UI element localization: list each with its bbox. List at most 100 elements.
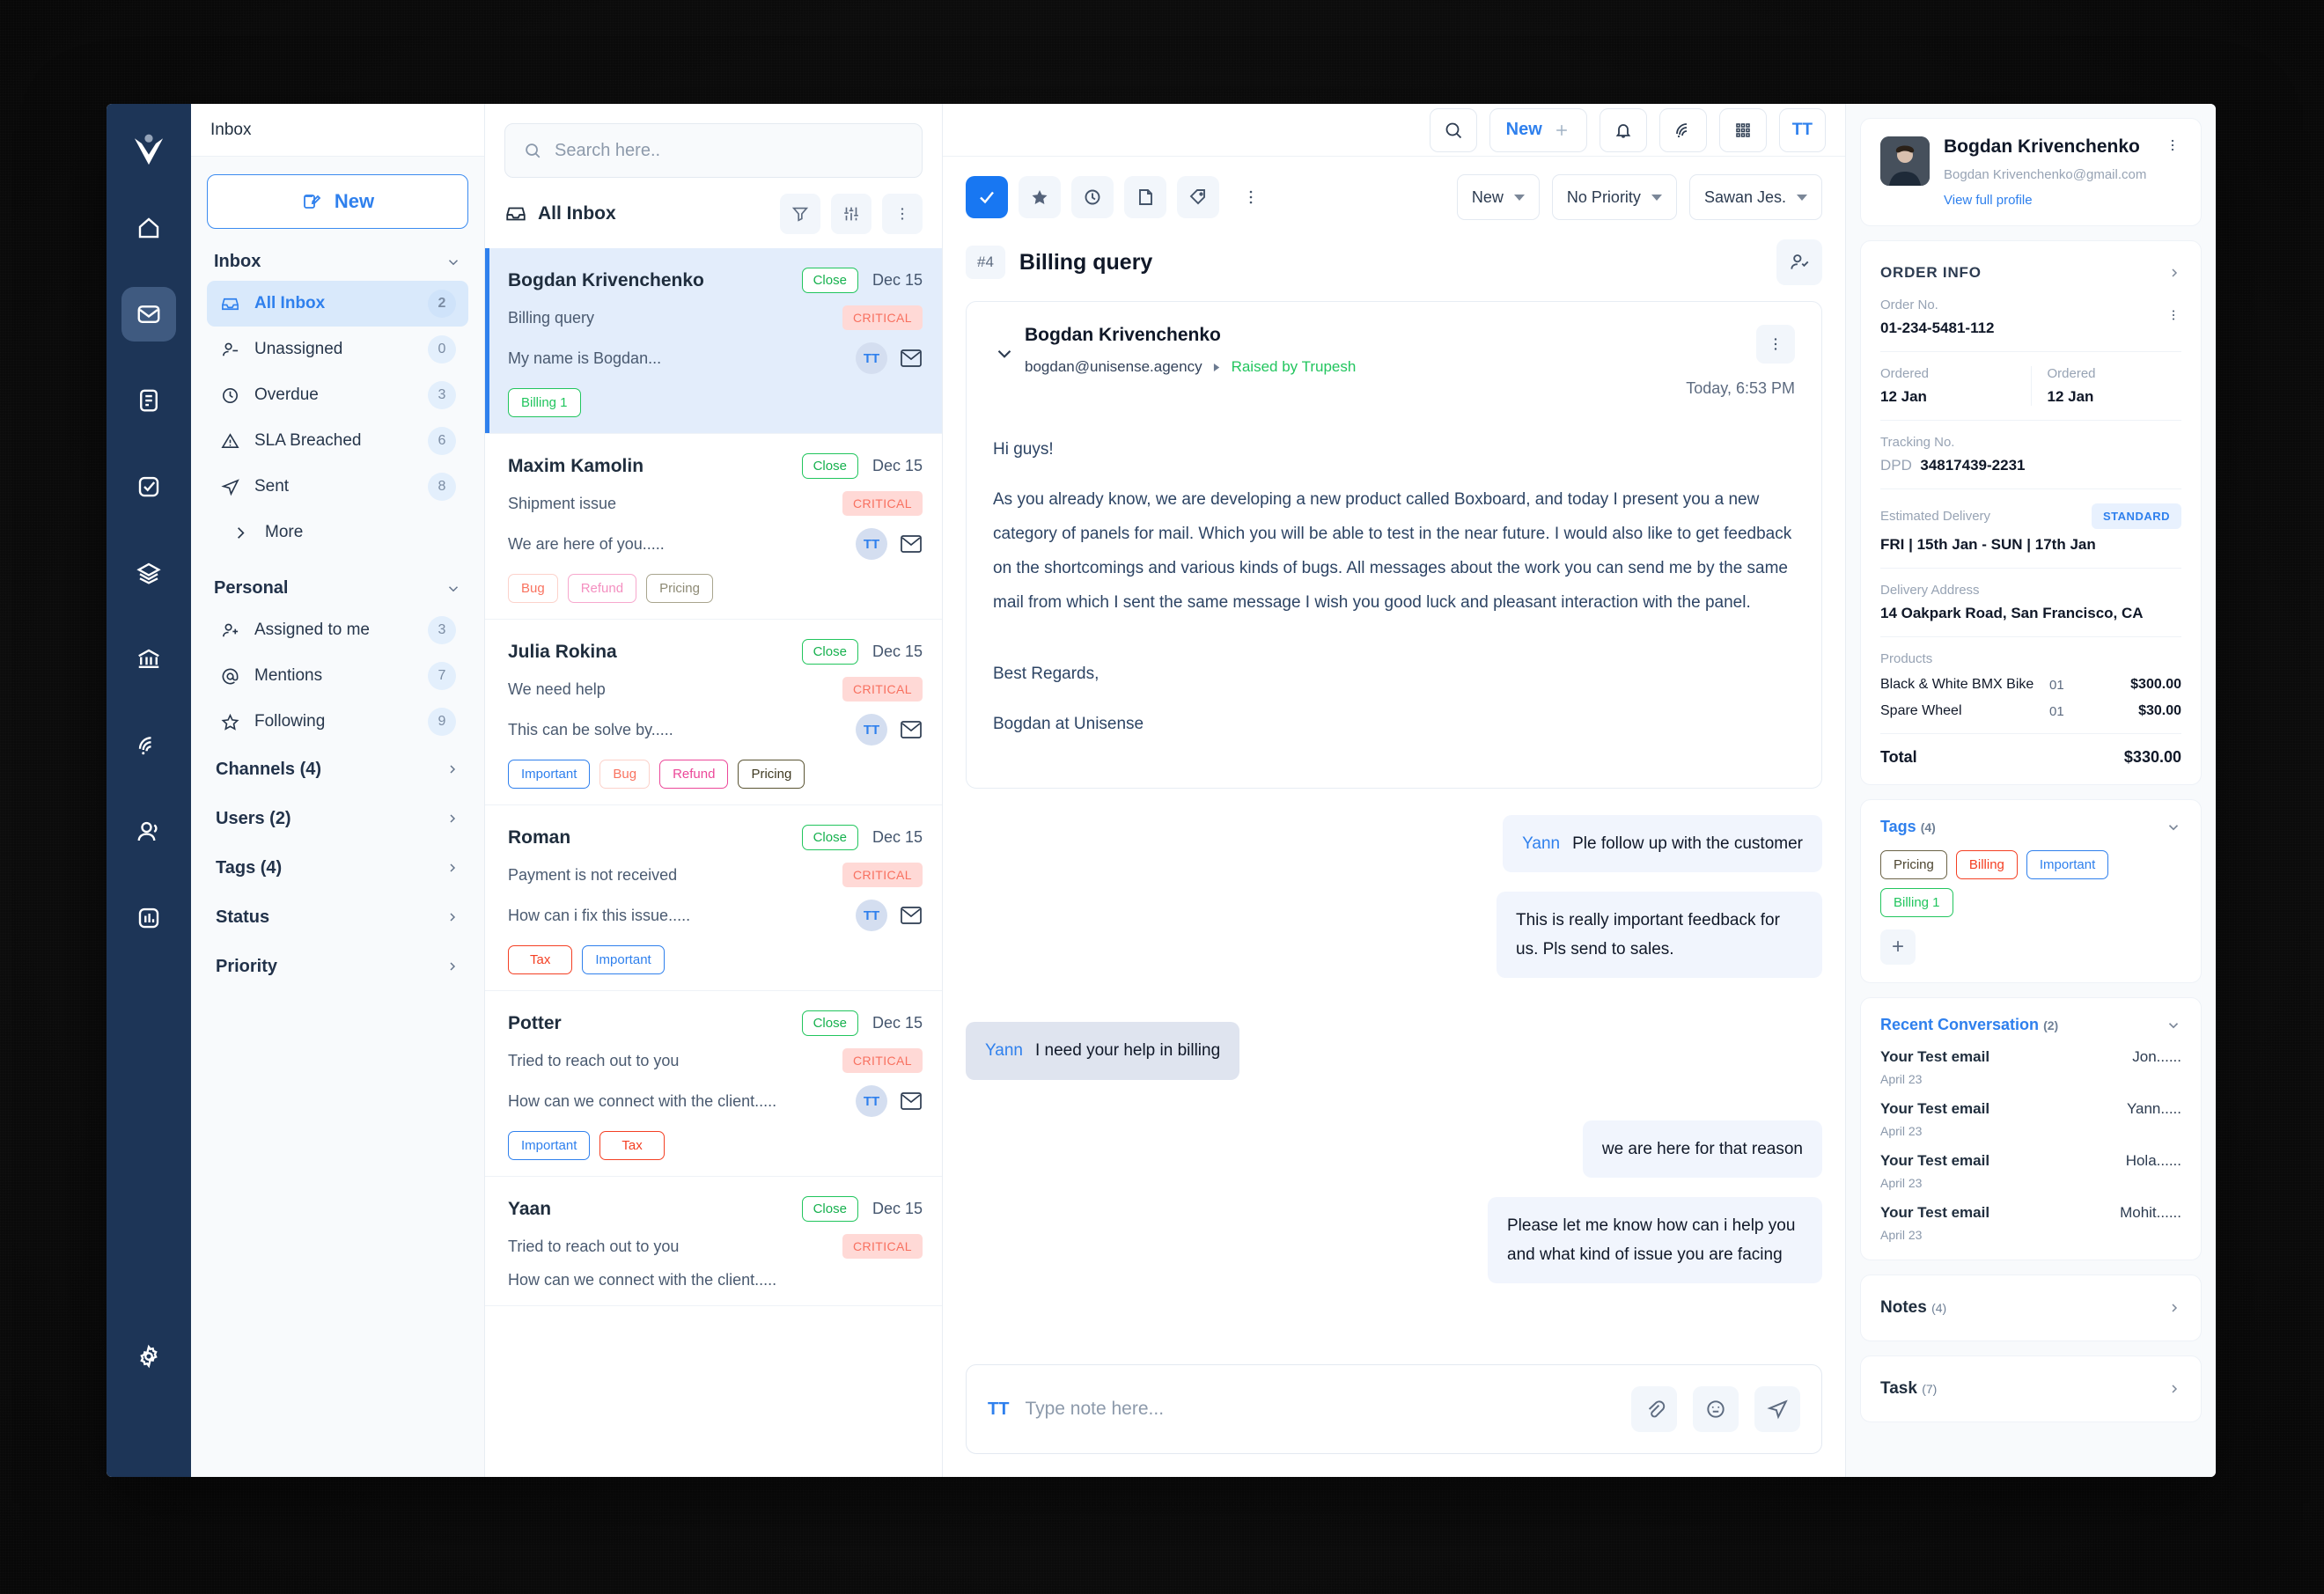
- rail-item-home[interactable]: [121, 201, 176, 255]
- sidebar-group-priority[interactable]: Priority: [207, 942, 468, 991]
- tag-chip[interactable]: Tax: [508, 945, 573, 974]
- tag-chip[interactable]: Bug: [508, 574, 558, 603]
- status-badge[interactable]: Close: [801, 453, 858, 479]
- sidebar-item-mentions[interactable]: Mentions 7: [207, 653, 468, 699]
- tag-chip[interactable]: Important: [508, 760, 591, 789]
- conversation-preview: My name is Bogdan...: [508, 349, 662, 367]
- new-conversation-button[interactable]: New: [207, 174, 468, 229]
- sidebar-item-sla-breached[interactable]: SLA Breached 6: [207, 418, 468, 464]
- tag-button[interactable]: [1177, 176, 1219, 218]
- order-more-button[interactable]: [2166, 307, 2181, 327]
- sidebar-item-all-inbox[interactable]: All Inbox 2: [207, 281, 468, 327]
- tag-chip[interactable]: Pricing: [738, 760, 805, 789]
- rail-item-contacts[interactable]: [121, 804, 176, 859]
- rail-item-broadcast[interactable]: [121, 718, 176, 773]
- archive-button[interactable]: [1124, 176, 1166, 218]
- status-badge[interactable]: Close: [801, 268, 858, 293]
- tag-chip[interactable]: Important: [582, 945, 665, 974]
- sidebar-item-assigned-to-me[interactable]: Assigned to me 3: [207, 607, 468, 653]
- tag-chip[interactable]: Tax: [599, 1131, 665, 1160]
- star-button[interactable]: [1019, 176, 1061, 218]
- rail-item-layers[interactable]: [121, 546, 176, 600]
- tag-chip[interactable]: Billing 1: [1880, 888, 1953, 917]
- brand-v-logo-icon[interactable]: [121, 123, 176, 178]
- status-badge[interactable]: Close: [801, 825, 858, 850]
- assignee-select[interactable]: Sawan Jes.: [1688, 174, 1822, 220]
- message-more-button[interactable]: [1756, 325, 1795, 364]
- tag-chip[interactable]: Bug: [599, 760, 651, 789]
- snooze-button[interactable]: [1071, 176, 1114, 218]
- tag-chip[interactable]: Billing 1: [508, 388, 581, 417]
- order-info-header[interactable]: ORDER INFO: [1880, 259, 2181, 297]
- conversation-item[interactable]: Bogdan Krivenchenko Close Dec 15 Billing…: [485, 248, 942, 434]
- view-full-profile-link[interactable]: View full profile: [1944, 193, 2181, 208]
- search-box[interactable]: [504, 123, 923, 178]
- conversation-item[interactable]: Maxim Kamolin Close Dec 15 Shipment issu…: [485, 434, 942, 620]
- search-input[interactable]: [555, 140, 904, 161]
- global-new-button[interactable]: New: [1489, 107, 1587, 152]
- note-input[interactable]: [1025, 1399, 1615, 1420]
- sidebar-group-users[interactable]: Users (2): [207, 794, 468, 843]
- thread-more-button[interactable]: [1230, 176, 1272, 218]
- attach-button[interactable]: [1631, 1386, 1677, 1432]
- sidebar-group-channels[interactable]: Channels (4): [207, 745, 468, 794]
- status-badge[interactable]: Close: [801, 1010, 858, 1036]
- sort-button[interactable]: [831, 194, 872, 234]
- sidebar-item-following[interactable]: Following 9: [207, 699, 468, 745]
- rail-item-mail[interactable]: [121, 287, 176, 342]
- emoji-button[interactable]: [1693, 1386, 1739, 1432]
- sidebar-item-sent[interactable]: Sent 8: [207, 464, 468, 510]
- contact-more-button[interactable]: [2164, 136, 2181, 158]
- sidebar-badge: 9: [428, 708, 456, 736]
- conversation-item[interactable]: Julia Rokina Close Dec 15 We need help C…: [485, 620, 942, 805]
- conversation-item[interactable]: Yaan Close Dec 15 Tried to reach out to …: [485, 1177, 942, 1306]
- sidebar-item-more[interactable]: More: [207, 510, 468, 555]
- broadcast-button[interactable]: [1658, 107, 1707, 152]
- rail-item-bank[interactable]: [121, 632, 176, 687]
- recent-conversation-item[interactable]: Your Test email April 23 Jon......: [1880, 1048, 2181, 1086]
- tag-chip[interactable]: Pricing: [1880, 850, 1947, 879]
- rail-item-tasks[interactable]: [121, 459, 176, 514]
- list-more-button[interactable]: [882, 194, 923, 234]
- personal-section-header[interactable]: Personal: [207, 555, 468, 607]
- rail-item-document[interactable]: [121, 373, 176, 428]
- sidebar-item-overdue[interactable]: Overdue 3: [207, 372, 468, 418]
- tag-chip[interactable]: Pricing: [646, 574, 713, 603]
- sidebar-group-tags[interactable]: Tags (4): [207, 843, 468, 892]
- add-tag-button[interactable]: +: [1880, 929, 1916, 965]
- task-card[interactable]: Task (7): [1860, 1355, 2202, 1422]
- send-button[interactable]: [1754, 1386, 1800, 1432]
- tag-chip[interactable]: Important: [508, 1131, 591, 1160]
- rail-item-reports[interactable]: [121, 891, 176, 945]
- tag-chip[interactable]: Refund: [567, 574, 637, 603]
- recent-conversation-item[interactable]: Your Test email April 23 Mohit......: [1880, 1204, 2181, 1242]
- global-search-button[interactable]: [1429, 107, 1477, 152]
- status-select[interactable]: New: [1456, 174, 1540, 220]
- recent-conversation-item[interactable]: Your Test email April 23 Yann.....: [1880, 1100, 2181, 1138]
- rail-item-settings[interactable]: [121, 1329, 176, 1384]
- notes-card[interactable]: Notes (4): [1860, 1274, 2202, 1341]
- recent-conversation-header[interactable]: Recent Conversation (2): [1880, 1016, 2181, 1034]
- notifications-button[interactable]: [1599, 107, 1647, 152]
- status-badge[interactable]: Close: [801, 1196, 858, 1222]
- tracking-number: 34817439-2231: [1920, 457, 2026, 474]
- priority-select[interactable]: No Priority: [1551, 174, 1677, 220]
- recent-conversation-item[interactable]: Your Test email April 23 Hola......: [1880, 1152, 2181, 1190]
- apps-grid-button[interactable]: [1718, 107, 1767, 152]
- conversation-item[interactable]: Roman Close Dec 15 Payment is not receiv…: [485, 805, 942, 991]
- conversation-item[interactable]: Potter Close Dec 15 Tried to reach out t…: [485, 991, 942, 1177]
- tags-header[interactable]: Tags (4): [1880, 818, 2181, 836]
- note-bubble: This is really important feedback for us…: [1497, 891, 1822, 979]
- user-avatar-button[interactable]: TT: [1778, 107, 1826, 152]
- sidebar-item-unassigned[interactable]: Unassigned 0: [207, 327, 468, 372]
- inbox-section-header[interactable]: Inbox: [207, 229, 468, 281]
- mark-done-button[interactable]: [966, 176, 1008, 218]
- sidebar-group-status[interactable]: Status: [207, 892, 468, 942]
- status-badge[interactable]: Close: [801, 639, 858, 665]
- tag-chip[interactable]: Important: [2026, 850, 2109, 879]
- note-composer[interactable]: TT: [966, 1364, 1822, 1454]
- filter-button[interactable]: [780, 194, 820, 234]
- assign-user-button[interactable]: [1776, 239, 1822, 285]
- tag-chip[interactable]: Refund: [659, 760, 729, 789]
- tag-chip[interactable]: Billing: [1955, 850, 2018, 879]
